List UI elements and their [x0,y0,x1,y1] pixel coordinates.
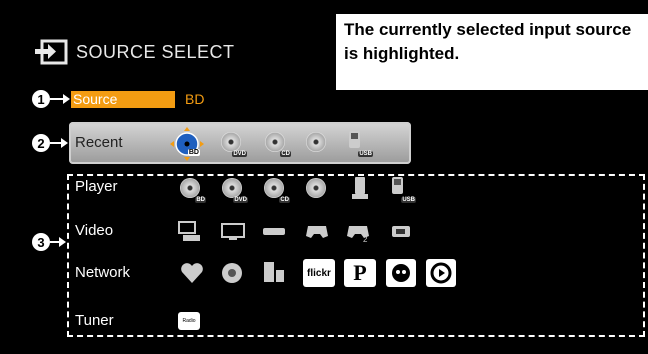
player-item-dvd-tag: DVD [233,197,248,203]
recent-item-usb[interactable]: USB [347,130,373,157]
marker-1-arrowhead [63,94,70,104]
player-item-cd-tag: CD [279,197,290,203]
video-item-recorder[interactable] [262,226,286,238]
source-select-screen: The currently selected input source is h… [0,0,648,354]
marker-1: 1 [32,90,50,108]
marker-2: 2 [32,134,50,152]
input-icon [35,39,68,65]
recent-item-dvd[interactable]: DVD [221,132,247,157]
tuner-label: Tuner [75,312,114,329]
network-item-internet-radio[interactable] [221,260,245,286]
callout-note: The currently selected input source is h… [336,14,648,90]
recent-item-ipod-dock[interactable] [306,132,328,154]
network-item-pandora[interactable]: P [344,259,376,287]
video-item-media-player[interactable] [390,224,412,240]
play-circle-icon [430,262,452,284]
disc-icon [222,178,242,198]
network-item-rhapsody[interactable] [426,259,456,287]
video-label: Video [75,222,114,239]
video-item-game-1[interactable] [305,221,329,243]
recent-item-dvd-tag: DVD [232,151,247,157]
player-item-usb[interactable]: USB [390,176,416,203]
recent-item-bd-selected[interactable]: BD [170,127,204,161]
player-item-cd[interactable]: CD [264,178,290,203]
player-item-dvd[interactable]: DVD [222,178,248,203]
recent-item-cd-tag: CD [280,151,291,157]
source-value: BD [185,91,205,107]
network-item-favorites[interactable] [180,262,204,284]
network-label: Network [75,264,131,281]
svg-text:2: 2 [363,235,368,243]
video-item-pc[interactable] [178,221,202,243]
napster-icon [392,264,410,282]
dock-icon [352,177,368,199]
video-item-game-2[interactable]: 2 [346,221,372,243]
tuner-item-radio[interactable]: Radio [178,312,200,330]
source-label: Source [71,91,175,108]
page-title-text: SOURCE SELECT [76,41,235,62]
disc-icon [265,132,285,152]
disc-icon [180,178,200,198]
marker-1-arrow [50,98,64,100]
network-item-napster[interactable] [386,259,416,287]
player-item-bd-tag: BD [195,197,206,203]
marker-2-arrowhead [61,138,68,148]
recent-item-bd-tag: BD [187,149,200,156]
marker-3-arrowhead [59,237,66,247]
player-item-bd[interactable]: BD [180,178,206,203]
recent-label: Recent [75,134,123,151]
player-item-dock[interactable] [350,176,370,200]
player-item-usb-tag: USB [401,197,416,203]
player-item-ipod-dock[interactable] [306,178,328,200]
marker-3: 3 [32,233,50,251]
video-item-tv[interactable] [221,223,245,241]
network-item-flickr[interactable]: flickr [303,259,335,287]
network-item-media-server[interactable] [262,260,286,286]
ipod-dock-icon [306,178,326,198]
ipod-dock-icon [306,132,326,152]
disc-icon [264,178,284,198]
disc-icon [221,132,241,152]
player-label: Player [75,178,118,195]
recent-item-cd[interactable]: CD [265,132,291,157]
page-title: SOURCE SELECT [34,38,235,66]
recent-item-usb-tag: USB [358,151,373,157]
